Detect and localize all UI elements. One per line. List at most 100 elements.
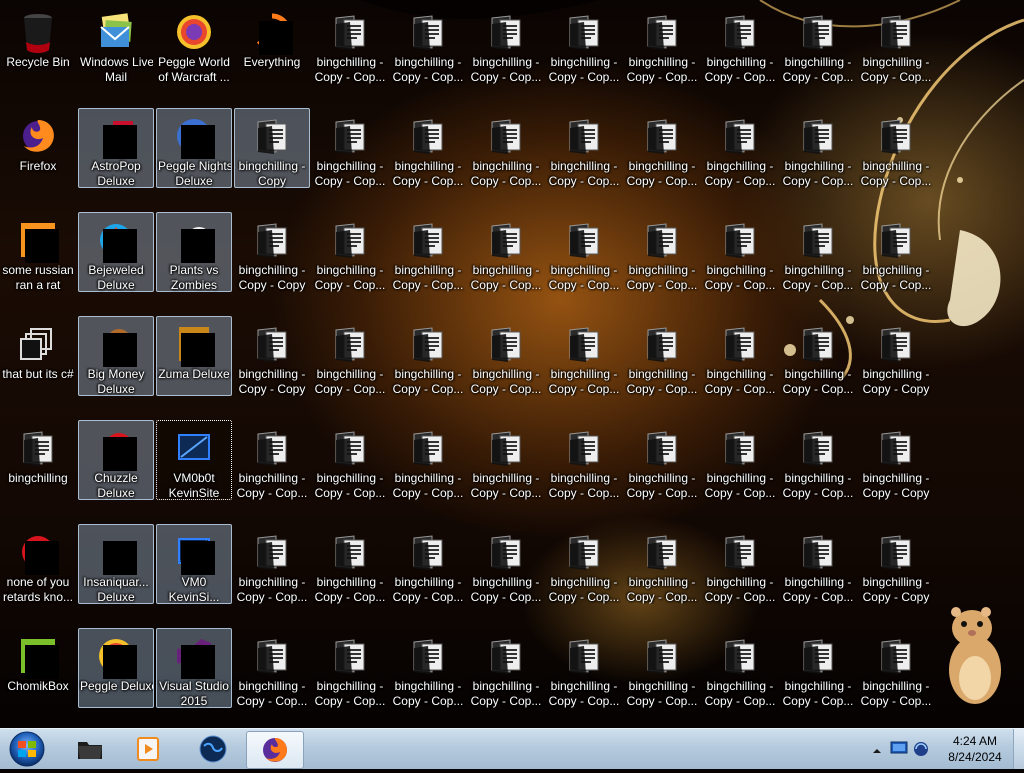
desktop-icon-bingchilling-copy-4-5[interactable]: bingchilling - Copy - Cop... xyxy=(390,420,466,500)
desktop-icon-everything[interactable]: Everything xyxy=(234,4,310,84)
desktop-icon-label: bingchilling - Copy - Cop... xyxy=(392,55,464,84)
taskbar-media-player[interactable] xyxy=(120,731,176,767)
desktop-icon-bingchilling-copy-5-10[interactable]: bingchilling - Copy - Cop... xyxy=(780,524,856,604)
desktop-icon-bingchilling-copy-0-9[interactable]: bingchilling - Copy - Cop... xyxy=(702,4,778,84)
desktop-icon-visual-studio-2015[interactable]: Visual Studio 2015 xyxy=(156,628,232,708)
desktop-icon-bingchilling-copy-1-11[interactable]: bingchilling - Copy - Cop... xyxy=(858,108,934,188)
desktop-icon-astropop-deluxe[interactable]: AstroPop Deluxe xyxy=(78,108,154,188)
desktop-icon-bingchilling-copy-5-11[interactable]: bingchilling - Copy - Copy xyxy=(858,524,934,604)
desktop-icon-bingchilling-copy-4-6[interactable]: bingchilling - Copy - Cop... xyxy=(468,420,544,500)
desktop-icon-bingchilling-copy-4-4[interactable]: bingchilling - Copy - Cop... xyxy=(312,420,388,500)
desktop-icon-bingchilling-copy-3-4[interactable]: bingchilling - Copy - Cop... xyxy=(312,316,388,396)
desktop-icon-bingchilling-copy-2-6[interactable]: bingchilling - Copy - Cop... xyxy=(468,212,544,292)
desktop-icon-bingchilling-copy-2-10[interactable]: bingchilling - Copy - Cop... xyxy=(780,212,856,292)
desktop-icon-bingchilling-copy-3-3[interactable]: bingchilling - Copy - Copy xyxy=(234,316,310,396)
desktop-icon-bingchilling-copy-5-8[interactable]: bingchilling - Copy - Cop... xyxy=(624,524,700,604)
desktop-icon-bingchilling-copy-0-5[interactable]: bingchilling - Copy - Cop... xyxy=(390,4,466,84)
desktop-icon-bingchilling-copy-3-11[interactable]: bingchilling - Copy - Copy xyxy=(858,316,934,396)
desktop-icon-bingchilling-copy-3-7[interactable]: bingchilling - Copy - Cop... xyxy=(546,316,622,396)
taskbar-firefox[interactable] xyxy=(246,731,304,769)
desktop-icon-bingchilling-copy-1-5[interactable]: bingchilling - Copy - Cop... xyxy=(390,108,466,188)
desktop-icon-chuzzle-deluxe[interactable]: Chuzzle Deluxe xyxy=(78,420,154,500)
desktop-icon-bingchilling-copy-2-11[interactable]: bingchilling - Copy - Cop... xyxy=(858,212,934,292)
desktop-icon-bingchilling-copy-6-3[interactable]: bingchilling - Copy - Cop... xyxy=(234,628,310,708)
desktop-icon-bingchilling-copy-5-7[interactable]: bingchilling - Copy - Cop... xyxy=(546,524,622,604)
desktop-icon-chomikbox[interactable]: ChomikBox xyxy=(0,628,76,708)
desktop-icon-bingchilling-copy-0-8[interactable]: bingchilling - Copy - Cop... xyxy=(624,4,700,84)
desktop-icon-bingchilling-copy-5-6[interactable]: bingchilling - Copy - Cop... xyxy=(468,524,544,604)
desktop-icon-bingchilling-copy-copy[interactable]: bingchilling - Copy - Copy xyxy=(234,212,310,292)
desktop-icon-bingchilling-copy-6-9[interactable]: bingchilling - Copy - Cop... xyxy=(702,628,778,708)
desktop-icon-bingchilling-copy-4-9[interactable]: bingchilling - Copy - Cop... xyxy=(702,420,778,500)
desktop-icon-bingchilling-copy-4-3[interactable]: bingchilling - Copy - Cop... xyxy=(234,420,310,500)
show-hidden-icons-icon[interactable] xyxy=(872,743,882,761)
desktop-icon-bingchilling-copy-6-8[interactable]: bingchilling - Copy - Cop... xyxy=(624,628,700,708)
desktop-icon-bingchilling-copy-4-7[interactable]: bingchilling - Copy - Cop... xyxy=(546,420,622,500)
desktop-icon-bingchilling-copy-5-4[interactable]: bingchilling - Copy - Cop... xyxy=(312,524,388,604)
taskbar-clock[interactable]: 4:24 AM 8/24/2024 xyxy=(940,733,1010,765)
desktop-icon-bingchilling-copy-5-9[interactable]: bingchilling - Copy - Cop... xyxy=(702,524,778,604)
desktop-icon-bingchilling-copy-0-6[interactable]: bingchilling - Copy - Cop... xyxy=(468,4,544,84)
desktop-icon-vm0b0t-kevinsite[interactable]: VM0b0t KevinSite xyxy=(156,420,232,500)
desktop-icon-bingchilling-copy-6-7[interactable]: bingchilling - Copy - Cop... xyxy=(546,628,622,708)
desktop-icon-bingchilling-copy-1-9[interactable]: bingchilling - Copy - Cop... xyxy=(702,108,778,188)
desktop-icon-bingchilling-copy-4-10[interactable]: bingchilling - Copy - Cop... xyxy=(780,420,856,500)
desktop-icon-bingchilling-copy-1-4[interactable]: bingchilling - Copy - Cop... xyxy=(312,108,388,188)
desktop-icon-bingchilling-copy-6-4[interactable]: bingchilling - Copy - Cop... xyxy=(312,628,388,708)
desktop-icon-bingchilling-copy-3-5[interactable]: bingchilling - Copy - Cop... xyxy=(390,316,466,396)
desktop-icon-bingchilling-copy-1-8[interactable]: bingchilling - Copy - Cop... xyxy=(624,108,700,188)
desktop-icon-bingchilling-copy-2-7[interactable]: bingchilling - Copy - Cop... xyxy=(546,212,622,292)
desktop-icon-bingchilling-copy-4-8[interactable]: bingchilling - Copy - Cop... xyxy=(624,420,700,500)
desktop-icon-bingchilling-copy-0-10[interactable]: bingchilling - Copy - Cop... xyxy=(780,4,856,84)
start-button[interactable] xyxy=(4,730,50,768)
desktop-icon-bingchilling-copy-6-11[interactable]: bingchilling - Copy - Cop... xyxy=(858,628,934,708)
desktop-icon-zuma-deluxe[interactable]: Zuma Deluxe xyxy=(156,316,232,396)
taskbar-explorer[interactable] xyxy=(62,731,118,767)
desktop-icon-bingchilling-copy-1-10[interactable]: bingchilling - Copy - Cop... xyxy=(780,108,856,188)
desktop-icon-bingchilling-copy-6-10[interactable]: bingchilling - Copy - Cop... xyxy=(780,628,856,708)
network-icon[interactable] xyxy=(912,740,930,763)
action-center-icon[interactable] xyxy=(890,740,908,761)
desktop-icon-bingchilling-copy-0-4[interactable]: bingchilling - Copy - Cop... xyxy=(312,4,388,84)
desktop-icon-big-money-deluxe[interactable]: Big Money Deluxe xyxy=(78,316,154,396)
desktop-icon-bingchilling-copy-3-9[interactable]: bingchilling - Copy - Cop... xyxy=(702,316,778,396)
desktop-icon-none-of-you[interactable]: none of you retards kno... xyxy=(0,524,76,604)
desktop-icon-bingchilling-copy-0-7[interactable]: bingchilling - Copy - Cop... xyxy=(546,4,622,84)
folder-icon xyxy=(873,425,919,471)
desktop-icon-bingchilling-copy-6-6[interactable]: bingchilling - Copy - Cop... xyxy=(468,628,544,708)
desktop-icon-windows-live-mail[interactable]: Windows Live Mail xyxy=(78,4,154,84)
desktop-icon-bingchilling-copy-0-11[interactable]: bingchilling - Copy - Cop... xyxy=(858,4,934,84)
desktop-icon-bingchilling-copy-5-5[interactable]: bingchilling - Copy - Cop... xyxy=(390,524,466,604)
taskbar-browser-globe[interactable] xyxy=(185,731,241,767)
desktop-icon-firefox[interactable]: Firefox xyxy=(0,108,76,188)
desktop-icon-bingchilling-copy[interactable]: bingchilling - Copy xyxy=(234,108,310,188)
desktop-icon-bingchilling-copy-6-5[interactable]: bingchilling - Copy - Cop... xyxy=(390,628,466,708)
desktop-icon-some-russian-ran-a-rat[interactable]: esome russian ran a rat xyxy=(0,212,76,292)
desktop-icon-bingchilling-copy-3-8[interactable]: bingchilling - Copy - Cop... xyxy=(624,316,700,396)
desktop-icon-plants-vs-zombies[interactable]: Plants vs Zombies xyxy=(156,212,232,292)
desktop-icon-bingchilling-copy-2-8[interactable]: bingchilling - Copy - Cop... xyxy=(624,212,700,292)
desktop-icon-bingchilling[interactable]: bingchilling xyxy=(0,420,76,500)
desktop-icon-peggle-world-of-warcraft[interactable]: Peggle World of Warcraft ... xyxy=(156,4,232,84)
desktop-icon-bingchilling-copy-3-10[interactable]: bingchilling - Copy - Cop... xyxy=(780,316,856,396)
desktop-icon-bingchilling-copy-1-6[interactable]: bingchilling - Copy - Cop... xyxy=(468,108,544,188)
desktop-icon-insaniquarium-deluxe[interactable]: Insaniquar... Deluxe xyxy=(78,524,154,604)
desktop-icon-peggle-nights-deluxe[interactable]: Peggle Nights Deluxe xyxy=(156,108,232,188)
desktop-icon-bingchilling-copy-2-5[interactable]: bingchilling - Copy - Cop... xyxy=(390,212,466,292)
desktop-icon-that-but-its-csharp[interactable]: that but its c# xyxy=(0,316,76,396)
desktop-icon-bingchilling-copy-2-4[interactable]: bingchilling - Copy - Cop... xyxy=(312,212,388,292)
show-desktop-button[interactable] xyxy=(1013,729,1024,769)
desktop-background[interactable]: Recycle Bin Windows Live Mail Peggle World… xyxy=(0,0,1024,728)
desktop-icon-bejeweled-deluxe[interactable]: Bejeweled Deluxe xyxy=(78,212,154,292)
desktop-icon-peggle-deluxe[interactable]: Peggle Deluxe xyxy=(78,628,154,708)
desktop-icon-bingchilling-copy-1-7[interactable]: bingchilling - Copy - Cop... xyxy=(546,108,622,188)
desktop-icon-bingchilling-copy-5-3[interactable]: bingchilling - Copy - Cop... xyxy=(234,524,310,604)
desktop-icon-vm0-kevinsite[interactable]: VM0 KevinSi... xyxy=(156,524,232,604)
desktop-icon-bingchilling-copy-2-9[interactable]: bingchilling - Copy - Cop... xyxy=(702,212,778,292)
folder-icon xyxy=(561,633,607,679)
desktop-icon-bingchilling-copy-4-11[interactable]: bingchilling - Copy - Copy xyxy=(858,420,934,500)
desktop-icon-recycle-bin[interactable]: Recycle Bin xyxy=(0,4,76,84)
folder-icon xyxy=(405,633,451,679)
desktop-icon-bingchilling-copy-3-6[interactable]: bingchilling - Copy - Cop... xyxy=(468,316,544,396)
desktop-icon-label: AstroPop Deluxe xyxy=(91,159,141,188)
